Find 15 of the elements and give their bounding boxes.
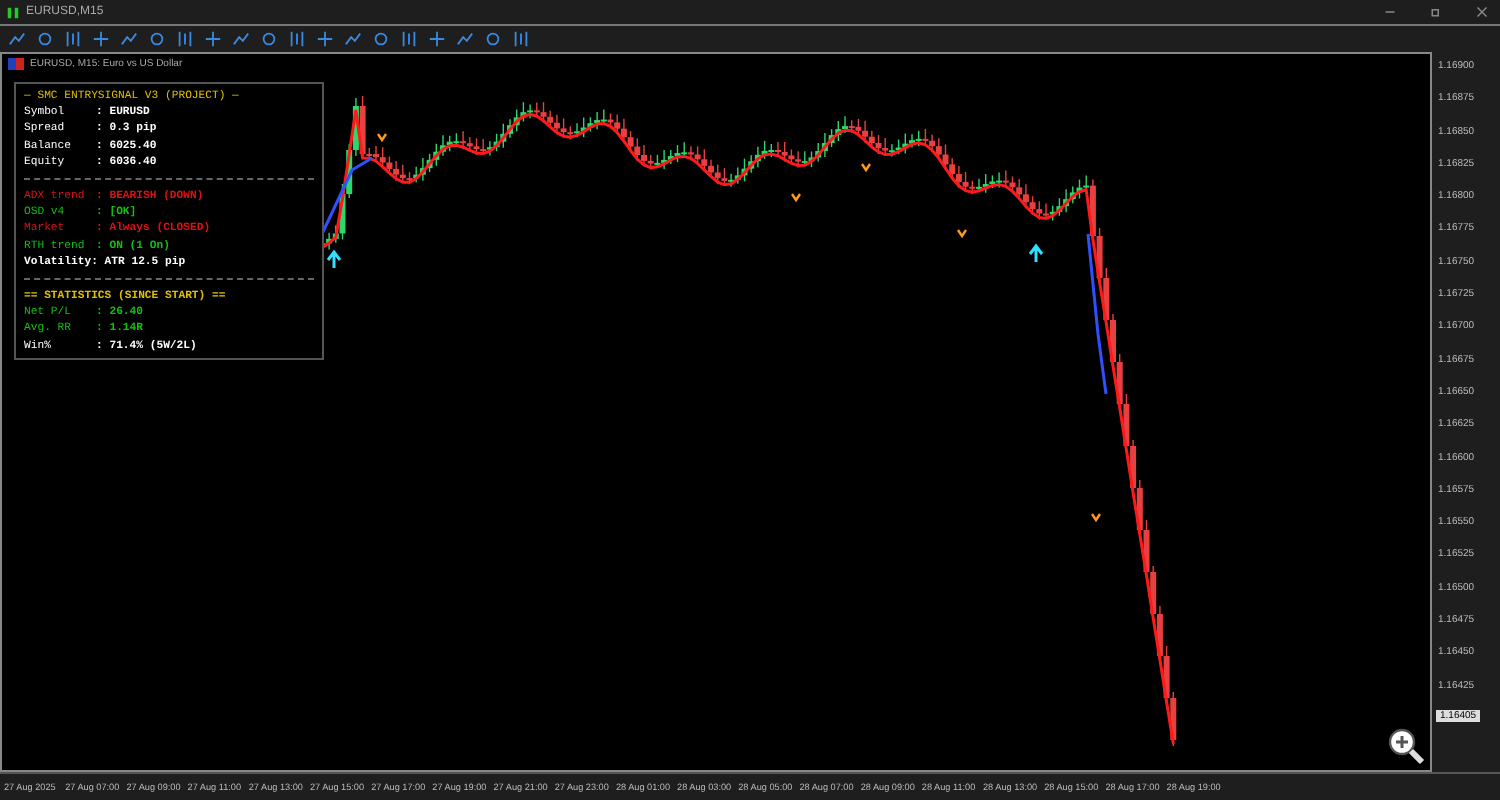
up-arrow-icon	[326, 249, 342, 270]
up-arrow-icon	[1028, 243, 1044, 264]
chevron-icon	[377, 133, 387, 143]
line-chart-icon[interactable]	[8, 30, 26, 48]
chevron-icon	[861, 163, 871, 173]
close-icon[interactable]	[1476, 6, 1488, 18]
chevron-icon	[957, 229, 967, 239]
zoom-icon[interactable]	[1386, 726, 1426, 766]
chevron-icon	[1091, 513, 1101, 523]
flag-icon	[8, 58, 24, 70]
trend-line	[320, 156, 373, 235]
minimize-icon[interactable]	[1384, 6, 1396, 18]
app-icon	[6, 5, 20, 19]
chevron-icon	[791, 193, 801, 203]
restore-icon[interactable]	[1430, 6, 1442, 18]
